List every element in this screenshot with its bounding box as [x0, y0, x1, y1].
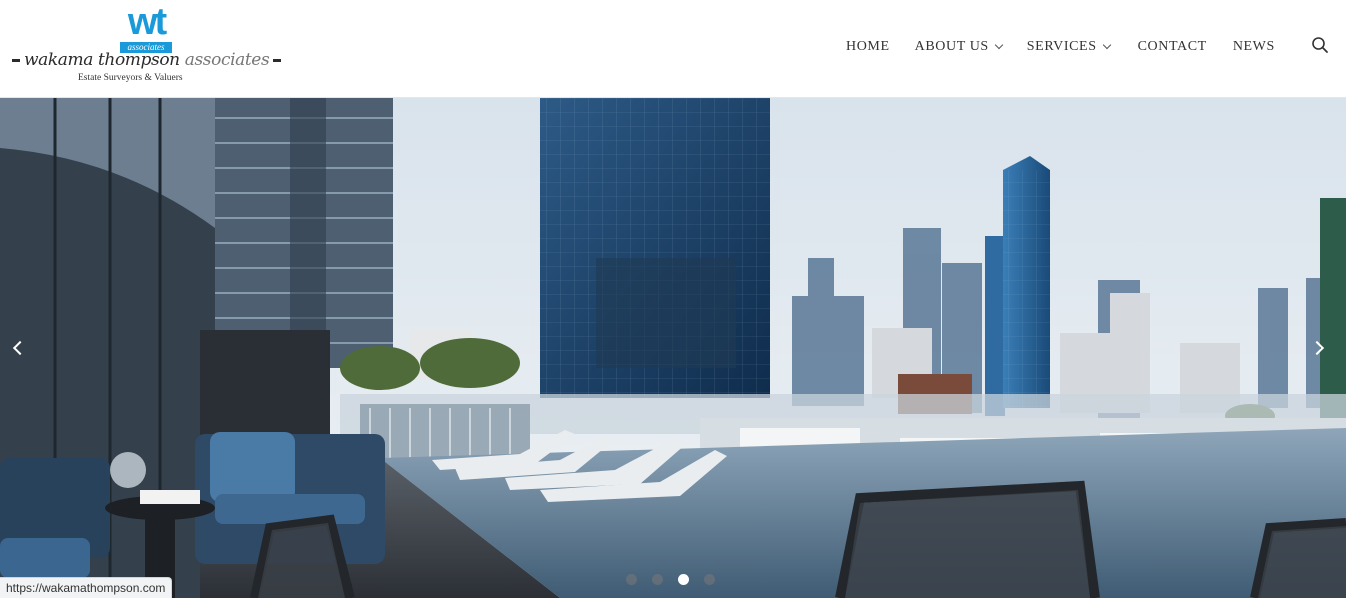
- search-button[interactable]: [1311, 36, 1329, 54]
- logo-wordmark: wakama thompson associates: [8, 50, 282, 70]
- site-logo[interactable]: wt associates wakama thompson associates…: [8, 2, 282, 90]
- browser-status-url: https://wakamathompson.com: [0, 577, 173, 598]
- nav-item-label: CONTACT: [1137, 39, 1207, 54]
- search-icon: [1312, 37, 1328, 53]
- chevron-down-icon: [1102, 40, 1111, 50]
- nav-item-contact[interactable]: CONTACT: [1138, 39, 1207, 55]
- logo-mark-text: wt: [127, 1, 167, 43]
- hero-slider: [0, 98, 1346, 598]
- chevron-left-icon: [12, 340, 28, 356]
- chevron-down-icon: [994, 40, 1004, 50]
- slider-pagination: [626, 574, 715, 585]
- slider-dot-4[interactable]: [704, 574, 715, 585]
- nav-item-label: NEWS: [1232, 39, 1275, 54]
- nav-item-label: SERVICES: [1026, 39, 1097, 54]
- slider-dot-1[interactable]: [626, 574, 637, 585]
- logo-dash-left: [12, 59, 20, 62]
- main-nav: HOME ABOUT US SERVICES CONTACT NEWS: [846, 38, 1275, 56]
- slider-dot-2[interactable]: [652, 574, 663, 585]
- nav-item-news[interactable]: NEWS: [1233, 39, 1275, 55]
- logo-tagline: Estate Surveyors & Valuers: [78, 73, 183, 83]
- nav-item-label: ABOUT US: [914, 39, 989, 54]
- slider-dot-3-active[interactable]: [678, 574, 689, 585]
- nav-item-services[interactable]: SERVICES: [1026, 39, 1111, 55]
- nav-item-home[interactable]: HOME: [846, 39, 890, 55]
- logo-name-light: associates: [184, 50, 270, 70]
- slider-prev-button[interactable]: [10, 338, 30, 358]
- nav-item-label: HOME: [846, 39, 890, 54]
- site-header: wt associates wakama thompson associates…: [0, 0, 1346, 98]
- logo-dash-right: [273, 59, 282, 62]
- logo-name-dark: wakama thompson: [24, 50, 180, 70]
- hero-slide-image: [0, 98, 1346, 598]
- chevron-right-icon: [1309, 340, 1325, 356]
- logo-mark: wt associates: [116, 2, 176, 54]
- nav-item-about-us[interactable]: ABOUT US: [914, 39, 1004, 55]
- slider-next-button[interactable]: [1309, 338, 1330, 358]
